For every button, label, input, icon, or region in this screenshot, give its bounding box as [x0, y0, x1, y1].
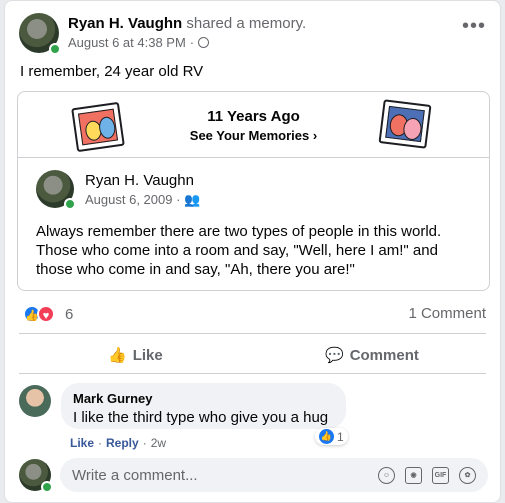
- comment-actions: Like · Reply · 2w: [70, 436, 166, 450]
- separator: ·: [142, 436, 147, 450]
- comment-button[interactable]: 💬 Comment: [325, 345, 419, 365]
- comment-text: I like the third type who give you a hug: [73, 409, 329, 426]
- memory-card[interactable]: 11 Years Ago See Your Memories › Ryan H.…: [17, 91, 490, 291]
- more-options-icon[interactable]: •••: [462, 16, 486, 36]
- commenter-avatar[interactable]: [19, 385, 51, 417]
- gif-icon[interactable]: GIF: [432, 466, 449, 484]
- memory-author-avatar[interactable]: [36, 170, 76, 210]
- globe-icon[interactable]: [198, 37, 210, 48]
- post-action-text: shared a memory.: [186, 15, 307, 32]
- comment-input[interactable]: [72, 466, 362, 484]
- memory-banner[interactable]: 11 Years Ago See Your Memories ›: [18, 92, 489, 158]
- commenter-name[interactable]: Mark Gurney: [73, 391, 334, 406]
- camera-icon[interactable]: ◉: [405, 466, 422, 484]
- comment-button-label: Comment: [349, 346, 419, 364]
- memory-author-name[interactable]: Ryan H. Vaughn: [85, 172, 194, 189]
- comment-age[interactable]: 2w: [151, 436, 166, 450]
- current-user-avatar[interactable]: [19, 459, 53, 493]
- post-header-title: Ryan H. Vaughn shared a memory.: [68, 15, 306, 32]
- comment-bubble: Mark Gurney I like the third type who gi…: [61, 383, 346, 429]
- separator: ·: [98, 436, 103, 450]
- see-memories-label: See Your Memories: [189, 128, 310, 143]
- divider: [19, 373, 486, 374]
- comment-reply-link[interactable]: Reply: [106, 436, 139, 450]
- post-card: Ryan H. Vaughn shared a memory. August 6…: [4, 0, 501, 503]
- speech-bubble-icon: 💬: [325, 347, 344, 364]
- reaction-count[interactable]: 6: [65, 306, 73, 323]
- memory-date[interactable]: August 6, 2009: [85, 192, 172, 207]
- post-text: I remember, 24 year old RV: [20, 63, 204, 80]
- comment-reaction-badge[interactable]: 👍 1: [315, 428, 348, 445]
- like-reaction-icon: 👍: [319, 429, 334, 444]
- reaction-summary[interactable]: 👍 ♥ 6: [23, 305, 73, 323]
- meta-separator: ·: [189, 35, 195, 50]
- comment-count-link[interactable]: 1 Comment: [408, 305, 486, 322]
- online-status-icon: [49, 43, 61, 55]
- composer-tools: ☺ ◉ GIF ✿: [378, 466, 476, 484]
- emoji-icon[interactable]: ☺: [378, 466, 395, 484]
- memory-meta: August 6, 2009 · 👥: [85, 192, 200, 208]
- comment-like-link[interactable]: Like: [70, 436, 94, 450]
- sticker-icon[interactable]: ✿: [459, 466, 476, 484]
- love-reaction-icon: ♥: [37, 305, 55, 323]
- chevron-right-icon: ›: [312, 128, 318, 143]
- author-name-link[interactable]: Ryan H. Vaughn: [68, 15, 182, 32]
- comment-composer[interactable]: ☺ ◉ GIF ✿: [60, 458, 488, 492]
- comment-reaction-count: 1: [337, 429, 344, 444]
- post-meta: August 6 at 4:38 PM ·: [68, 35, 210, 50]
- author-avatar[interactable]: [19, 13, 61, 55]
- memory-photo-right-icon: [378, 99, 432, 149]
- friends-icon: 👥: [184, 192, 201, 207]
- post-timestamp-link[interactable]: August 6 at 4:38 PM: [68, 35, 186, 50]
- like-button[interactable]: 👍 Like: [108, 345, 163, 365]
- meta-separator: ·: [176, 192, 181, 207]
- thumbs-up-icon: 👍: [108, 347, 127, 364]
- online-status-icon: [64, 198, 76, 210]
- divider: [19, 333, 486, 334]
- online-status-icon: [41, 481, 53, 493]
- like-button-label: Like: [132, 346, 163, 364]
- memory-body: Always remember there are two types of p…: [36, 223, 442, 278]
